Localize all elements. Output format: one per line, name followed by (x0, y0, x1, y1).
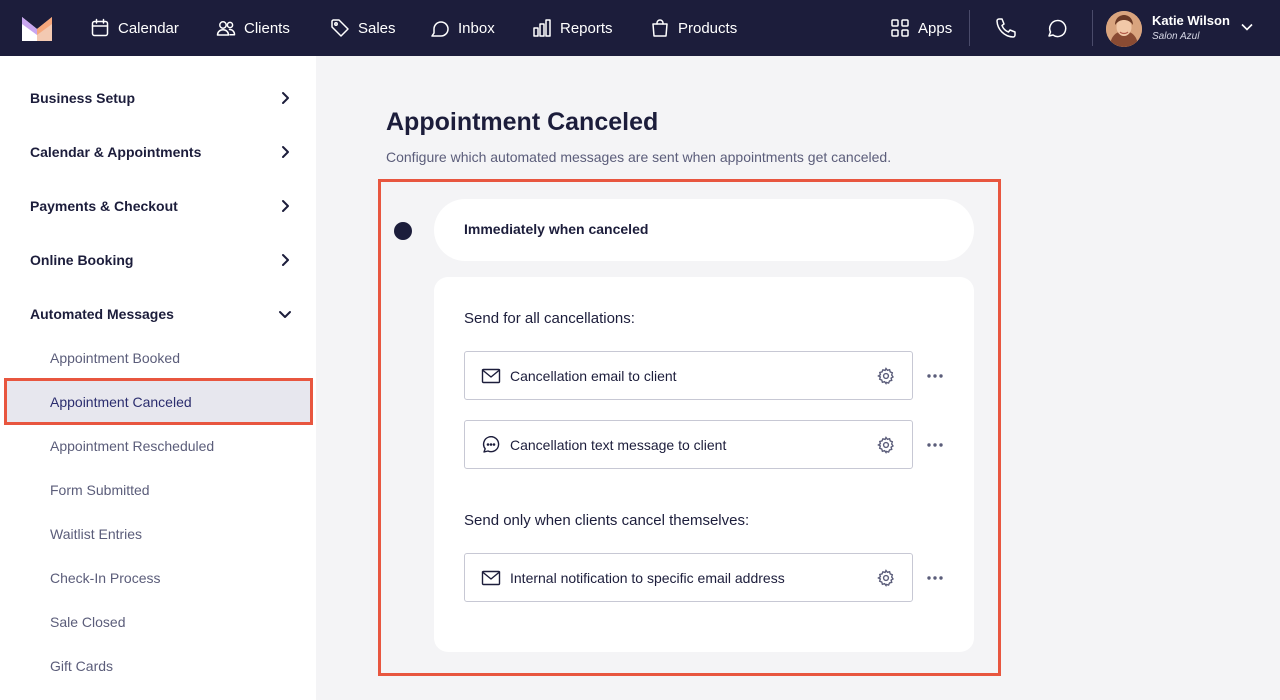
chevron-right-icon (282, 254, 289, 266)
tag-icon (331, 19, 349, 37)
bag-icon (652, 19, 668, 37)
nav-products-label: Products (678, 19, 738, 37)
nav-inbox[interactable]: Inbox (430, 0, 495, 56)
sidebar-section-label: Payments & Checkout (30, 198, 178, 214)
nav-sales[interactable]: Sales (330, 0, 396, 56)
nav-reports-label: Reports (560, 19, 613, 37)
trigger-header[interactable]: Immediately when canceled (434, 199, 974, 261)
phone-button[interactable] (994, 16, 1018, 40)
nav-sales-label: Sales (358, 19, 396, 37)
sidebar-section-payments-checkout[interactable]: Payments & Checkout (30, 194, 292, 218)
phone-icon (996, 18, 1016, 38)
users-icon (216, 21, 236, 36)
user-menu-button[interactable] (1240, 20, 1254, 34)
user-name[interactable]: Katie Wilson (1152, 13, 1230, 28)
settings-sidebar: Business Setup Calendar & Appointments P… (0, 56, 316, 700)
chevron-down-icon (1241, 23, 1253, 31)
more-options-icon[interactable] (926, 569, 944, 587)
sidebar-item-form-submitted[interactable]: Form Submitted (50, 482, 150, 498)
nav-apps[interactable]: Apps (890, 0, 952, 56)
brand-logo-icon[interactable] (22, 15, 52, 41)
gear-icon[interactable] (877, 436, 895, 454)
sidebar-section-calendar-appointments[interactable]: Calendar & Appointments (30, 140, 292, 164)
gear-icon[interactable] (877, 569, 895, 587)
timeline-dot (394, 222, 412, 240)
page-title: Appointment Canceled (386, 108, 659, 136)
sidebar-section-online-booking[interactable]: Online Booking (30, 248, 292, 272)
sidebar-section-label: Business Setup (30, 90, 136, 106)
sidebar-item-check-in-process[interactable]: Check-In Process (50, 570, 160, 586)
sidebar-item-appointment-rescheduled[interactable]: Appointment Rescheduled (50, 438, 214, 454)
chevron-right-icon (282, 200, 289, 212)
more-options-icon[interactable] (926, 436, 944, 454)
nav-clients-label: Clients (244, 19, 290, 37)
message-label: Internal notification to specific email … (510, 570, 785, 586)
nav-divider (1092, 10, 1093, 46)
sidebar-item-appointment-canceled[interactable]: Appointment Canceled (4, 378, 313, 425)
chevron-right-icon (282, 146, 289, 158)
sidebar-item-sale-closed[interactable]: Sale Closed (50, 614, 126, 630)
bar-chart-icon (533, 19, 551, 37)
gear-icon[interactable] (877, 367, 895, 385)
nav-products[interactable]: Products (650, 0, 737, 56)
nav-clients[interactable]: Clients (216, 0, 290, 56)
sidebar-section-label: Calendar & Appointments (30, 144, 202, 160)
calendar-icon (91, 18, 109, 37)
nav-calendar[interactable]: Calendar (90, 0, 179, 56)
group-title-all-cancellations: Send for all cancellations: (464, 310, 635, 327)
mail-icon (481, 367, 501, 385)
trigger-label: Immediately when canceled (464, 221, 649, 237)
sidebar-section-label: Online Booking (30, 252, 134, 268)
nav-inbox-label: Inbox (458, 19, 495, 37)
message-label: Cancellation text message to client (510, 437, 727, 453)
nav-apps-label: Apps (918, 19, 953, 37)
chevron-right-icon (282, 92, 289, 104)
message-label: Cancellation email to client (510, 368, 677, 384)
avatar-image (1106, 11, 1142, 47)
top-nav: Calendar Clients Sales Inbox Reports Pro… (0, 0, 1280, 56)
avatar[interactable] (1106, 11, 1142, 47)
message-row-cancellation-text[interactable]: Cancellation text message to client (464, 420, 913, 469)
chevron-down-icon (279, 311, 291, 318)
mail-icon (481, 569, 501, 587)
chat-bubble-icon (481, 435, 501, 454)
sidebar-section-label: Automated Messages (30, 306, 174, 322)
sidebar-section-automated-messages[interactable]: Automated Messages (30, 302, 292, 326)
sidebar-item-waitlist-entries[interactable]: Waitlist Entries (50, 526, 142, 542)
sidebar-section-business-setup[interactable]: Business Setup (30, 86, 292, 110)
message-row-cancellation-email[interactable]: Cancellation email to client (464, 351, 913, 400)
nav-divider (969, 10, 970, 46)
messages-card: Send for all cancellations: Cancellation… (434, 277, 974, 652)
page-description: Configure which automated messages are s… (386, 149, 892, 165)
sidebar-item-appointment-booked[interactable]: Appointment Booked (50, 350, 180, 366)
sidebar-item-label: Appointment Canceled (50, 394, 192, 410)
more-options-icon[interactable] (926, 367, 944, 385)
inbox-icon (431, 21, 449, 37)
message-row-internal-notification[interactable]: Internal notification to specific email … (464, 553, 913, 602)
user-organization: Salon Azul (1152, 31, 1200, 42)
grid-icon (891, 19, 909, 37)
chat-bubble-icon (1048, 19, 1067, 38)
group-title-client-self-cancel: Send only when clients cancel themselves… (464, 512, 750, 529)
messages-button[interactable] (1045, 16, 1069, 40)
nav-calendar-label: Calendar (118, 19, 179, 37)
nav-reports[interactable]: Reports (532, 0, 613, 56)
sidebar-item-gift-cards[interactable]: Gift Cards (50, 658, 113, 674)
